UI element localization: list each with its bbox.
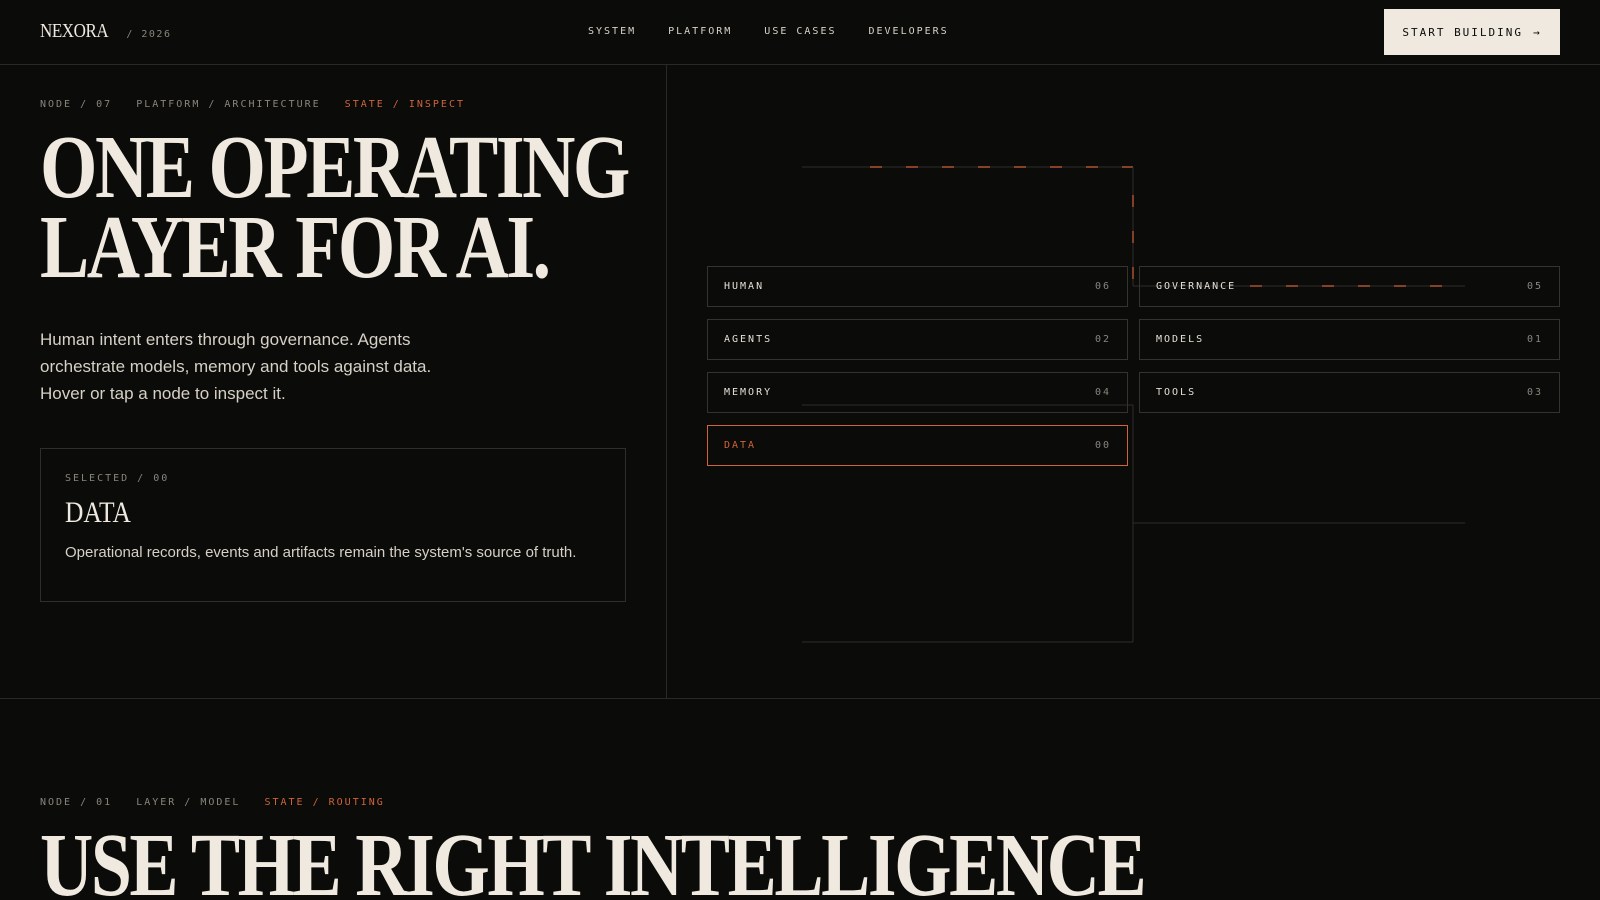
- node-data[interactable]: DATA 00: [707, 425, 1128, 466]
- node-governance[interactable]: GOVERNANCE 05: [1139, 266, 1560, 307]
- section2-title: USE THE RIGHT INTELLIGENCE: [40, 816, 1147, 900]
- node-models[interactable]: MODELS 01: [1139, 319, 1560, 360]
- crumb-node: NODE / 01: [40, 797, 113, 808]
- node-number: 00: [1094, 440, 1111, 451]
- crumb-path: LAYER / MODEL: [136, 797, 241, 808]
- node-number: 05: [1526, 281, 1543, 292]
- node-label: MEMORY: [724, 387, 773, 398]
- section2-breadcrumb: NODE / 01 LAYER / MODEL STATE / ROUTING: [40, 797, 385, 808]
- node-label: MODELS: [1156, 334, 1205, 345]
- node-tools[interactable]: TOOLS 03: [1139, 372, 1560, 413]
- node-label: AGENTS: [724, 334, 773, 345]
- node-label: DATA: [724, 440, 757, 451]
- node-label: GOVERNANCE: [1156, 281, 1237, 292]
- node-number: 01: [1526, 334, 1543, 345]
- node-human[interactable]: HUMAN 06: [707, 266, 1128, 307]
- node-memory[interactable]: MEMORY 04: [707, 372, 1128, 413]
- crumb-state: STATE / ROUTING: [264, 797, 385, 808]
- node-number: 04: [1094, 387, 1111, 398]
- node-label: HUMAN: [724, 281, 765, 292]
- node-agents[interactable]: AGENTS 02: [707, 319, 1128, 360]
- node-number: 03: [1526, 387, 1543, 398]
- node-number: 02: [1094, 334, 1111, 345]
- node-label: TOOLS: [1156, 387, 1197, 398]
- node-number: 06: [1094, 281, 1111, 292]
